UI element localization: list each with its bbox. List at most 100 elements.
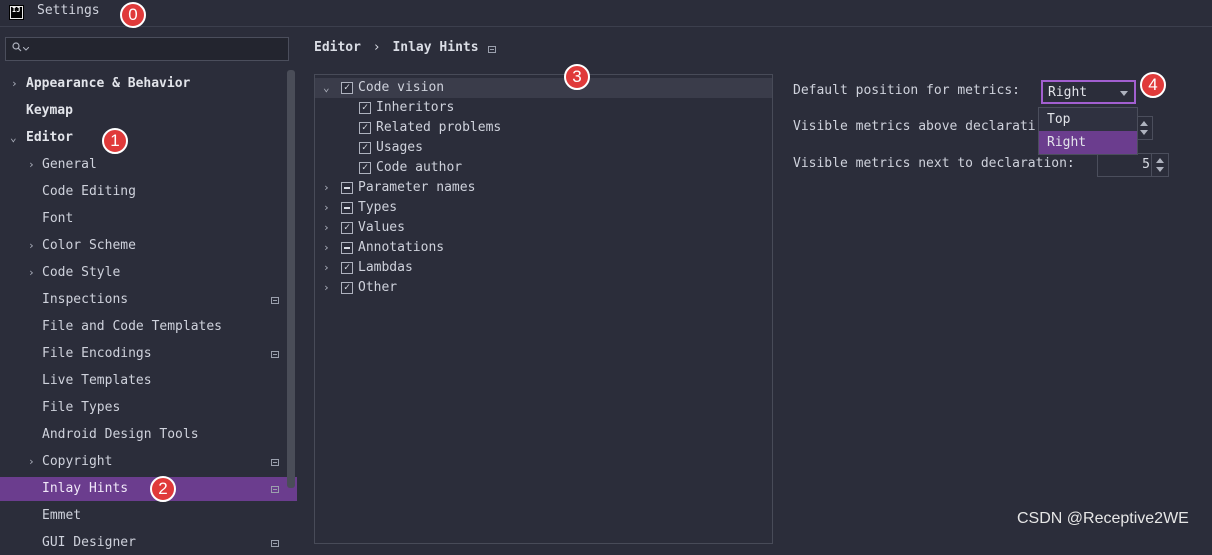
inlay-hints-tree: ⌄ ✓ Code vision ✓ Inheritors ✓ Related p… — [314, 74, 773, 544]
sidebar-item-label: General — [42, 157, 97, 172]
default-position-combobox[interactable]: Right — [1041, 80, 1136, 104]
hint-label: Types — [358, 200, 398, 215]
sidebar-item-label: File Encodings — [42, 346, 152, 361]
chevron-right-icon: › — [28, 266, 35, 279]
chevron-right-icon: › — [323, 241, 330, 254]
sidebar-item-emmet[interactable]: Emmet — [0, 504, 280, 528]
hint-item-types[interactable]: › Types — [315, 198, 772, 218]
sidebar-item-label: Copyright — [42, 454, 113, 469]
sidebar-item-file-types[interactable]: File Types — [0, 396, 280, 420]
sidebar-item-appearance-behavior[interactable]: › Appearance & Behavior — [0, 72, 280, 96]
intellij-app-icon: IJ — [9, 5, 24, 20]
position-dropdown-list: Top Right — [1038, 107, 1138, 155]
sidebar-item-label: Android Design Tools — [42, 427, 199, 442]
combobox-value: Right — [1048, 85, 1088, 100]
chevron-right-icon: › — [323, 261, 330, 274]
checkbox-checked[interactable]: ✓ — [359, 142, 371, 154]
sidebar-item-label: Code Style — [42, 265, 121, 280]
arrow-up-icon — [1140, 121, 1148, 126]
sidebar-item-copyright[interactable]: › Copyright — [0, 450, 285, 474]
sidebar-item-inlay-hints[interactable]: Inlay Hints — [0, 477, 297, 501]
sidebar-item-font[interactable]: Font — [0, 207, 280, 231]
sidebar-item-label: Keymap — [26, 103, 73, 118]
visible-next-spinner[interactable]: 5 — [1097, 153, 1169, 177]
dropdown-option-right[interactable]: Right — [1039, 131, 1137, 154]
chevron-right-icon: › — [28, 239, 35, 252]
sidebar-item-label: Inlay Hints — [42, 481, 129, 496]
hint-item-annotations[interactable]: › Annotations — [315, 238, 772, 258]
window-title: Settings — [37, 3, 100, 18]
checkbox-checked[interactable]: ✓ — [341, 222, 353, 234]
checkbox-partial[interactable] — [341, 182, 353, 194]
sidebar-item-file-code-templates[interactable]: File and Code Templates — [0, 315, 280, 339]
project-settings-icon — [271, 351, 279, 358]
arrow-down-icon — [1156, 167, 1164, 172]
checkbox-checked[interactable]: ✓ — [359, 102, 371, 114]
sidebar-item-label: Inspections — [42, 292, 129, 307]
project-settings-icon — [271, 486, 279, 493]
sidebar-item-label: Editor — [26, 130, 73, 145]
hint-item-related-problems[interactable]: ✓ Related problems — [315, 118, 772, 138]
sidebar-item-inspections[interactable]: Inspections — [0, 288, 285, 312]
visible-next-label: Visible metrics next to declaration: — [793, 156, 1075, 171]
spinner-value: 5 — [1142, 157, 1150, 172]
spinner-buttons[interactable] — [1151, 154, 1168, 176]
checkbox-checked[interactable]: ✓ — [359, 162, 371, 174]
annotation-badge-0: 0 — [120, 2, 146, 28]
hint-label: Inheritors — [376, 100, 455, 115]
search-icon — [12, 42, 22, 52]
sidebar-item-code-editing[interactable]: Code Editing — [0, 180, 280, 204]
hint-label: Code author — [376, 160, 463, 175]
arrow-up-icon — [1156, 158, 1164, 163]
hint-item-code-vision[interactable]: ⌄ ✓ Code vision — [315, 78, 772, 98]
app-icon-text: IJ — [11, 7, 22, 18]
settings-search-input[interactable] — [5, 37, 289, 61]
hint-label: Lambdas — [358, 260, 413, 275]
sidebar-item-android-design-tools[interactable]: Android Design Tools — [0, 423, 280, 447]
sidebar-item-editor[interactable]: ⌄ Editor — [0, 126, 280, 150]
hint-item-parameter-names[interactable]: › Parameter names — [315, 178, 772, 198]
project-settings-icon — [271, 540, 279, 547]
sidebar-scrollbar[interactable] — [287, 70, 295, 488]
sidebar-item-live-templates[interactable]: Live Templates — [0, 369, 280, 393]
annotation-badge-2: 2 — [150, 476, 176, 502]
checkbox-partial[interactable] — [341, 242, 353, 254]
checkbox-checked[interactable]: ✓ — [341, 82, 353, 94]
checkbox-checked[interactable]: ✓ — [359, 122, 371, 134]
chevron-down-icon: ⌄ — [323, 81, 330, 94]
breadcrumb-parent[interactable]: Editor — [314, 40, 361, 55]
visible-above-label: Visible metrics above declarati — [793, 119, 1036, 134]
sidebar-item-code-style[interactable]: › Code Style — [0, 261, 280, 285]
breadcrumb-current: Inlay Hints — [392, 40, 479, 55]
hint-item-lambdas[interactable]: › ✓ Lambdas — [315, 258, 772, 278]
sidebar-item-label: Appearance & Behavior — [26, 76, 191, 91]
sidebar-item-label: Live Templates — [42, 373, 152, 388]
watermark: CSDN @Receptive2WE — [1017, 510, 1189, 527]
breadcrumb-separator: › — [372, 40, 381, 55]
hint-item-other[interactable]: › ✓ Other — [315, 278, 772, 298]
sidebar-item-file-encodings[interactable]: File Encodings — [0, 342, 285, 366]
sidebar-item-keymap[interactable]: Keymap — [0, 99, 280, 123]
chevron-right-icon: › — [28, 455, 35, 468]
sidebar-item-general[interactable]: › General — [0, 153, 280, 177]
checkbox-checked[interactable]: ✓ — [341, 282, 353, 294]
chevron-right-icon: › — [323, 281, 330, 294]
checkbox-partial[interactable] — [341, 202, 353, 214]
hint-item-usages[interactable]: ✓ Usages — [315, 138, 772, 158]
search-options-chevron-icon — [23, 47, 29, 51]
title-bar: IJ Settings — [0, 0, 1212, 27]
sidebar-item-gui-designer[interactable]: GUI Designer — [0, 531, 285, 555]
dropdown-arrow-icon — [1120, 91, 1128, 96]
dropdown-option-top[interactable]: Top — [1039, 108, 1137, 131]
sidebar-item-color-scheme[interactable]: › Color Scheme — [0, 234, 280, 258]
arrow-down-icon — [1140, 130, 1148, 135]
chevron-right-icon: › — [28, 158, 35, 171]
project-settings-icon — [271, 297, 279, 304]
sidebar-item-label: GUI Designer — [42, 535, 136, 550]
hint-item-values[interactable]: › ✓ Values — [315, 218, 772, 238]
sidebar-item-label: Code Editing — [42, 184, 136, 199]
hint-item-inheritors[interactable]: ✓ Inheritors — [315, 98, 772, 118]
chevron-right-icon: › — [323, 221, 330, 234]
hint-item-code-author[interactable]: ✓ Code author — [315, 158, 772, 178]
checkbox-checked[interactable]: ✓ — [341, 262, 353, 274]
